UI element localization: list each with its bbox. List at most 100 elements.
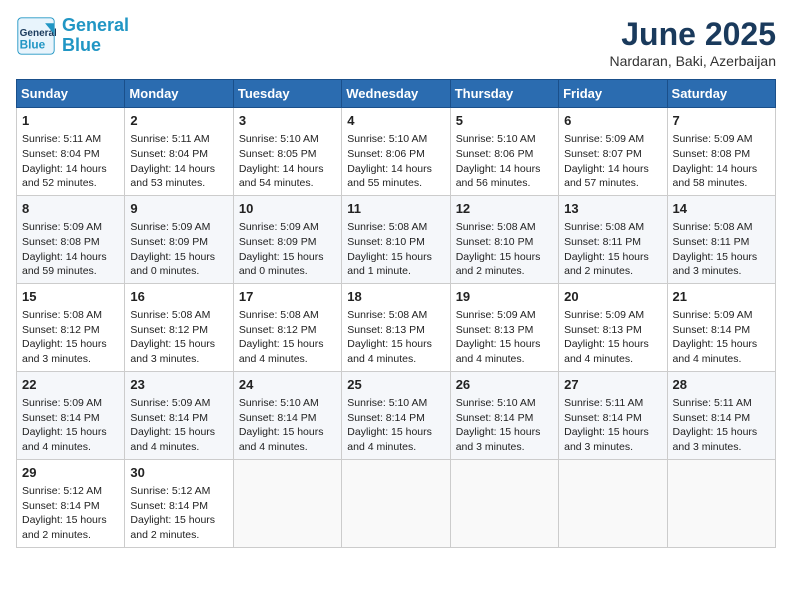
day-info: Sunrise: 5:08 AMSunset: 8:11 PMDaylight:… <box>673 220 770 279</box>
weekday-header-friday: Friday <box>559 80 667 108</box>
day-number: 19 <box>456 288 553 306</box>
day-cell: 4 Sunrise: 5:10 AMSunset: 8:06 PMDaylight… <box>342 108 450 196</box>
day-number: 30 <box>130 464 227 482</box>
day-info: Sunrise: 5:10 AMSunset: 8:06 PMDaylight:… <box>456 132 553 191</box>
day-cell: 30 Sunrise: 5:12 AMSunset: 8:14 PMDayligh… <box>125 459 233 547</box>
day-cell: 22 Sunrise: 5:09 AMSunset: 8:14 PMDayligh… <box>17 371 125 459</box>
day-number: 2 <box>130 112 227 130</box>
week-row-2: 8 Sunrise: 5:09 AMSunset: 8:08 PMDaylight… <box>17 195 776 283</box>
day-cell: 28Sunrise: 5:11 AMSunset: 8:14 PMDayligh… <box>667 371 775 459</box>
day-cell: 10 Sunrise: 5:09 AMSunset: 8:09 PMDayligh… <box>233 195 341 283</box>
day-cell: 21 Sunrise: 5:09 AMSunset: 8:14 PMDayligh… <box>667 283 775 371</box>
day-cell: 3 Sunrise: 5:10 AMSunset: 8:05 PMDaylight… <box>233 108 341 196</box>
day-info: Sunrise: 5:09 AMSunset: 8:09 PMDaylight:… <box>130 220 227 279</box>
day-cell: 13 Sunrise: 5:08 AMSunset: 8:11 PMDayligh… <box>559 195 667 283</box>
day-number: 24 <box>239 376 336 394</box>
day-number: 1 <box>22 112 119 130</box>
logo-text: General Blue <box>62 16 129 56</box>
day-cell: 29Sunrise: 5:12 AMSunset: 8:14 PMDayligh… <box>17 459 125 547</box>
day-cell: 25 Sunrise: 5:10 AMSunset: 8:14 PMDayligh… <box>342 371 450 459</box>
day-cell <box>559 459 667 547</box>
day-info: Sunrise: 5:10 AMSunset: 8:14 PMDaylight:… <box>347 396 444 455</box>
day-info: Sunrise: 5:08 AMSunset: 8:10 PMDaylight:… <box>456 220 553 279</box>
day-info: Sunrise: 5:10 AMSunset: 8:06 PMDaylight:… <box>347 132 444 191</box>
week-row-5: 29Sunrise: 5:12 AMSunset: 8:14 PMDayligh… <box>17 459 776 547</box>
day-info: Sunrise: 5:12 AMSunset: 8:14 PMDaylight:… <box>22 484 119 543</box>
day-number: 23 <box>130 376 227 394</box>
day-info: Sunrise: 5:11 AMSunset: 8:04 PMDaylight:… <box>22 132 119 191</box>
day-number: 4 <box>347 112 444 130</box>
day-number: 27 <box>564 376 661 394</box>
day-info: Sunrise: 5:08 AMSunset: 8:12 PMDaylight:… <box>239 308 336 367</box>
day-info: Sunrise: 5:12 AMSunset: 8:14 PMDaylight:… <box>130 484 227 543</box>
day-cell: 24 Sunrise: 5:10 AMSunset: 8:14 PMDayligh… <box>233 371 341 459</box>
day-info: Sunrise: 5:08 AMSunset: 8:12 PMDaylight:… <box>130 308 227 367</box>
day-info: Sunrise: 5:09 AMSunset: 8:14 PMDaylight:… <box>130 396 227 455</box>
day-number: 22 <box>22 376 119 394</box>
day-cell: 6 Sunrise: 5:09 AMSunset: 8:07 PMDaylight… <box>559 108 667 196</box>
day-cell: 27 Sunrise: 5:11 AMSunset: 8:14 PMDayligh… <box>559 371 667 459</box>
day-info: Sunrise: 5:11 AMSunset: 8:14 PMDaylight:… <box>564 396 661 455</box>
day-cell: 20 Sunrise: 5:09 AMSunset: 8:13 PMDayligh… <box>559 283 667 371</box>
week-row-1: 1 Sunrise: 5:11 AMSunset: 8:04 PMDaylight… <box>17 108 776 196</box>
day-cell: 14 Sunrise: 5:08 AMSunset: 8:11 PMDayligh… <box>667 195 775 283</box>
day-info: Sunrise: 5:09 AMSunset: 8:14 PMDaylight:… <box>22 396 119 455</box>
day-number: 28 <box>673 376 770 394</box>
day-info: Sunrise: 5:08 AMSunset: 8:12 PMDaylight:… <box>22 308 119 367</box>
day-cell: 12 Sunrise: 5:08 AMSunset: 8:10 PMDayligh… <box>450 195 558 283</box>
week-row-4: 22 Sunrise: 5:09 AMSunset: 8:14 PMDayligh… <box>17 371 776 459</box>
day-cell: 26 Sunrise: 5:10 AMSunset: 8:14 PMDayligh… <box>450 371 558 459</box>
day-info: Sunrise: 5:09 AMSunset: 8:14 PMDaylight:… <box>673 308 770 367</box>
day-cell <box>450 459 558 547</box>
day-info: Sunrise: 5:09 AMSunset: 8:13 PMDaylight:… <box>564 308 661 367</box>
weekday-header-wednesday: Wednesday <box>342 80 450 108</box>
day-cell: 19Sunrise: 5:09 AMSunset: 8:13 PMDayligh… <box>450 283 558 371</box>
day-number: 20 <box>564 288 661 306</box>
day-cell <box>233 459 341 547</box>
day-number: 8 <box>22 200 119 218</box>
day-number: 7 <box>673 112 770 130</box>
day-number: 10 <box>239 200 336 218</box>
day-info: Sunrise: 5:10 AMSunset: 8:05 PMDaylight:… <box>239 132 336 191</box>
day-number: 13 <box>564 200 661 218</box>
day-info: Sunrise: 5:10 AMSunset: 8:14 PMDaylight:… <box>456 396 553 455</box>
day-info: Sunrise: 5:10 AMSunset: 8:14 PMDaylight:… <box>239 396 336 455</box>
weekday-header-tuesday: Tuesday <box>233 80 341 108</box>
day-info: Sunrise: 5:09 AMSunset: 8:08 PMDaylight:… <box>673 132 770 191</box>
day-info: Sunrise: 5:08 AMSunset: 8:13 PMDaylight:… <box>347 308 444 367</box>
day-number: 21 <box>673 288 770 306</box>
day-cell: 16 Sunrise: 5:08 AMSunset: 8:12 PMDayligh… <box>125 283 233 371</box>
day-number: 9 <box>130 200 227 218</box>
location: Nardaran, Baki, Azerbaijan <box>609 53 776 69</box>
day-number: 16 <box>130 288 227 306</box>
calendar-table: SundayMondayTuesdayWednesdayThursdayFrid… <box>16 79 776 548</box>
logo-icon: General Blue <box>16 16 56 56</box>
title-block: June 2025 Nardaran, Baki, Azerbaijan <box>609 16 776 69</box>
day-number: 11 <box>347 200 444 218</box>
day-number: 3 <box>239 112 336 130</box>
day-info: Sunrise: 5:09 AMSunset: 8:07 PMDaylight:… <box>564 132 661 191</box>
day-cell <box>342 459 450 547</box>
day-number: 12 <box>456 200 553 218</box>
day-cell <box>667 459 775 547</box>
day-cell: 11 Sunrise: 5:08 AMSunset: 8:10 PMDayligh… <box>342 195 450 283</box>
day-number: 6 <box>564 112 661 130</box>
week-row-3: 15 Sunrise: 5:08 AMSunset: 8:12 PMDayligh… <box>17 283 776 371</box>
day-cell: 9 Sunrise: 5:09 AMSunset: 8:09 PMDaylight… <box>125 195 233 283</box>
weekday-header-monday: Monday <box>125 80 233 108</box>
day-cell: 1 Sunrise: 5:11 AMSunset: 8:04 PMDaylight… <box>17 108 125 196</box>
day-info: Sunrise: 5:08 AMSunset: 8:10 PMDaylight:… <box>347 220 444 279</box>
day-number: 15 <box>22 288 119 306</box>
month-title: June 2025 <box>609 16 776 53</box>
day-number: 25 <box>347 376 444 394</box>
day-cell: 18Sunrise: 5:08 AMSunset: 8:13 PMDayligh… <box>342 283 450 371</box>
day-info: Sunrise: 5:11 AMSunset: 8:04 PMDaylight:… <box>130 132 227 191</box>
day-info: Sunrise: 5:09 AMSunset: 8:09 PMDaylight:… <box>239 220 336 279</box>
logo: General Blue General Blue <box>16 16 129 56</box>
day-cell: 23 Sunrise: 5:09 AMSunset: 8:14 PMDayligh… <box>125 371 233 459</box>
day-number: 14 <box>673 200 770 218</box>
day-info: Sunrise: 5:09 AMSunset: 8:08 PMDaylight:… <box>22 220 119 279</box>
day-number: 26 <box>456 376 553 394</box>
day-cell: 2 Sunrise: 5:11 AMSunset: 8:04 PMDaylight… <box>125 108 233 196</box>
day-info: Sunrise: 5:08 AMSunset: 8:11 PMDaylight:… <box>564 220 661 279</box>
